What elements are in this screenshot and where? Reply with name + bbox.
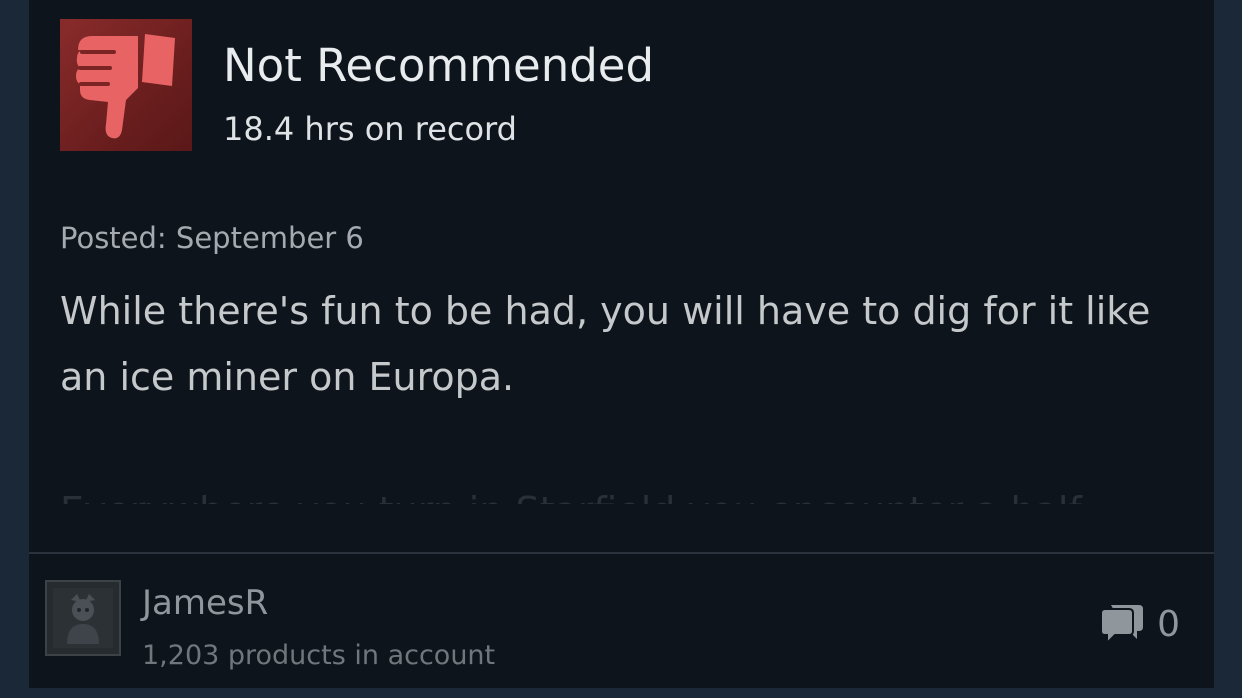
- comment-bubbles-icon: [1100, 605, 1144, 646]
- thumbs-down-icon: [76, 34, 175, 139]
- review-card: Not Recommended 18.4 hrs on record Poste…: [29, 0, 1214, 688]
- author-username[interactable]: JamesR: [142, 586, 268, 620]
- review-body-faded-text: Everywhere you turn in Starfield you enc…: [60, 489, 1082, 504]
- author-products-count: 1,203 products in account: [142, 640, 496, 671]
- thumbs-down-badge: [60, 19, 192, 151]
- avatar[interactable]: [45, 580, 121, 656]
- footer-divider: [29, 552, 1214, 554]
- page-background: Not Recommended 18.4 hrs on record Poste…: [0, 0, 1242, 698]
- hours-on-record: 18.4 hrs on record: [223, 110, 517, 148]
- recommendation-title: Not Recommended: [223, 39, 655, 92]
- review-footer: JamesR 1,203 products in account 0: [29, 556, 1214, 688]
- comments-button[interactable]: 0: [1097, 603, 1180, 647]
- review-body[interactable]: While there's fun to be had, you will ha…: [60, 278, 1200, 410]
- comment-count: 0: [1157, 604, 1180, 645]
- review-body-faded: Everywhere you turn in Starfield you enc…: [60, 474, 1160, 504]
- posted-date: Posted: September 6: [60, 221, 364, 255]
- avatar-image: [53, 588, 113, 648]
